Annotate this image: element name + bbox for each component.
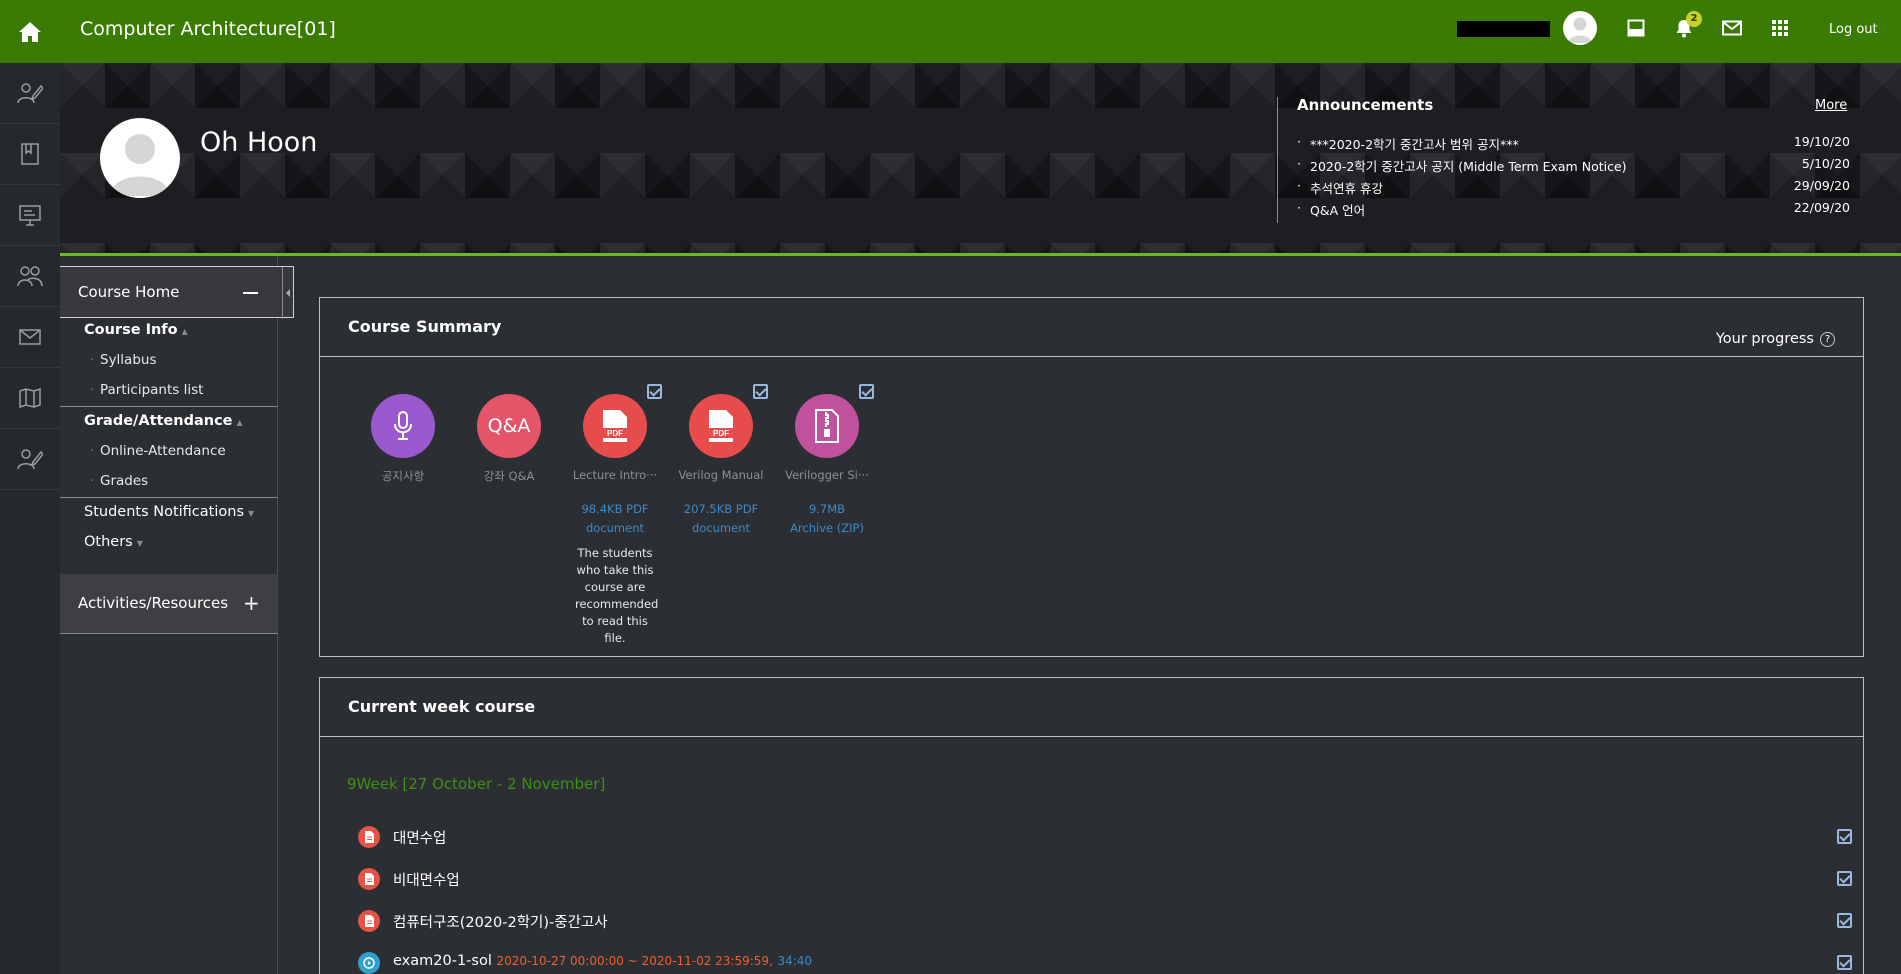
current-week-title: Current week course	[348, 697, 536, 716]
mail-icon[interactable]	[1720, 16, 1744, 40]
list-item[interactable]: 비대면수업	[358, 866, 1852, 892]
menu-divider	[60, 406, 278, 407]
course-home-label: Course Home	[78, 283, 180, 301]
week-label[interactable]: 9Week [27 October - 2 November]	[347, 775, 605, 793]
zip-icon	[795, 394, 859, 458]
rail-item-courses[interactable]	[0, 124, 60, 185]
notification-badge: 2	[1686, 11, 1702, 27]
course-home-header[interactable]: Course Home	[60, 266, 294, 319]
menu-divider	[60, 497, 278, 498]
rail-item-people[interactable]	[0, 246, 60, 307]
list-item[interactable]: exam20-1-sol 2020-10-27 00:00:00 ~ 2020-…	[358, 950, 1852, 974]
announcement-item[interactable]: · 2020-2학기 중간고사 공지 (Middle Term Exam Noti…	[1297, 156, 1850, 174]
map-icon	[19, 388, 41, 408]
chevron-left-icon	[286, 289, 290, 297]
completion-checkbox[interactable]	[753, 384, 768, 399]
activity-lecture-intro[interactable]: PDF Lecture Intro··· 98.4KB PDF document…	[569, 394, 661, 647]
presentation-icon	[19, 205, 41, 226]
completion-checkbox[interactable]	[1837, 913, 1852, 928]
file-icon	[358, 826, 380, 848]
menu-toggle-tab[interactable]	[282, 267, 294, 319]
rail-item-grading[interactable]	[0, 429, 60, 490]
announcement-item[interactable]: · Q&A 언어 22/09/20	[1297, 200, 1850, 218]
activity-verilogger[interactable]: Verilogger Si··· 9.7MB Archive (ZIP)	[781, 394, 873, 538]
rail-item-messages[interactable]	[0, 307, 60, 368]
activity-verilog-manual[interactable]: PDF Verilog Manual 207.5KB PDF document	[675, 394, 767, 538]
completion-checkbox[interactable]	[1837, 955, 1852, 970]
announcement-item[interactable]: · ***2020-2학기 중간고사 범위 공지*** 19/10/20	[1297, 134, 1850, 152]
layout-icon[interactable]	[1624, 16, 1648, 40]
apps-grid-icon[interactable]	[1768, 16, 1792, 40]
announcement-separator	[1277, 97, 1278, 223]
home-button[interactable]	[0, 0, 60, 63]
list-item[interactable]: 컴퓨터구조(2020-2학기)-중간고사	[358, 908, 1852, 934]
svg-text:PDF: PDF	[607, 429, 623, 438]
video-icon	[358, 952, 380, 974]
menu-item-grades[interactable]: · Grades	[90, 473, 148, 489]
file-icon	[358, 910, 380, 932]
current-week-panel: Current week course 9Week [27 October - …	[319, 677, 1864, 974]
caret-down-icon: ▼	[136, 539, 143, 548]
rail-item-map[interactable]	[0, 368, 60, 429]
book-icon	[21, 143, 39, 165]
activity-notice[interactable]: 공지사항	[357, 394, 449, 484]
completion-checkbox[interactable]	[647, 384, 662, 399]
pencil-user-icon	[17, 449, 43, 470]
menu-item-online-attendance[interactable]: · Online-Attendance	[90, 443, 226, 459]
home-icon	[19, 21, 41, 42]
course-title[interactable]: Computer Architecture[01]	[80, 18, 336, 40]
caret-up-icon: ▲	[181, 327, 188, 336]
rail-item-lecture[interactable]	[0, 185, 60, 246]
activity-qa[interactable]: Q&A 강좌 Q&A	[463, 394, 555, 484]
course-summary-title: Course Summary	[348, 317, 502, 336]
list-item[interactable]: 대면수업	[358, 824, 1852, 850]
header-divider	[60, 253, 1901, 256]
pdf-icon: PDF	[689, 394, 753, 458]
microphone-icon	[371, 394, 435, 458]
pdf-icon: PDF	[583, 394, 647, 458]
course-summary-header: Course Summary Your progress?	[320, 298, 1863, 357]
completion-checkbox[interactable]	[859, 384, 874, 399]
professor-name: Oh Hoon	[200, 127, 318, 158]
menu-section-others[interactable]: Others ▼	[84, 534, 143, 550]
top-bar: Computer Architecture[01] 2 Log out	[0, 0, 1901, 63]
activities-resources-label: Activities/Resources	[78, 594, 229, 612]
left-rail	[0, 63, 60, 974]
users-icon	[17, 266, 43, 287]
course-menu: Course Home Course Info ▲ · Syllabus · Part…	[60, 256, 294, 974]
file-icon	[358, 868, 380, 890]
caret-down-icon: ▼	[248, 509, 255, 518]
your-progress: Your progress?	[1716, 331, 1835, 347]
avatar[interactable]	[1563, 11, 1597, 45]
video-duration: 34:40	[777, 954, 813, 968]
qa-icon: Q&A	[477, 394, 541, 458]
caret-up-icon: ▲	[236, 418, 243, 427]
expand-icon[interactable]: +	[243, 593, 260, 613]
svg-text:PDF: PDF	[713, 429, 729, 438]
logout-link[interactable]: Log out	[1829, 22, 1878, 37]
menu-section-grade-attendance[interactable]: Grade/Attendance ▲	[84, 413, 243, 429]
course-summary-panel: Course Summary Your progress? 공지사항 Q&A 강…	[319, 297, 1864, 657]
profile-avatar[interactable]	[100, 118, 180, 198]
menu-section-course-info[interactable]: Course Info ▲	[84, 322, 188, 338]
completion-checkbox[interactable]	[1837, 871, 1852, 886]
menu-section-students-notifications[interactable]: Students Notifications ▼	[84, 504, 254, 520]
announcements-title: Announcements	[1297, 96, 1434, 114]
redacted-username	[1457, 21, 1550, 37]
announcement-item[interactable]: · 추석연휴 휴강 29/09/20	[1297, 178, 1850, 196]
help-icon[interactable]: ?	[1820, 332, 1835, 347]
menu-item-participants[interactable]: · Participants list	[90, 382, 203, 398]
current-week-header: Current week course	[320, 678, 1863, 737]
mail-icon	[19, 329, 41, 345]
rail-item-profile[interactable]	[0, 63, 60, 124]
collapse-icon[interactable]	[243, 292, 258, 294]
availability-range: 2020-10-27 00:00:00 ~ 2020-11-02 23:59:5…	[496, 954, 773, 968]
activities-resources-toggle[interactable]: Activities/Resources +	[60, 574, 278, 634]
completion-checkbox[interactable]	[1837, 829, 1852, 844]
menu-item-syllabus[interactable]: · Syllabus	[90, 352, 157, 368]
pencil-user-icon	[17, 83, 43, 104]
announcements-more-link[interactable]: More	[1815, 98, 1847, 113]
